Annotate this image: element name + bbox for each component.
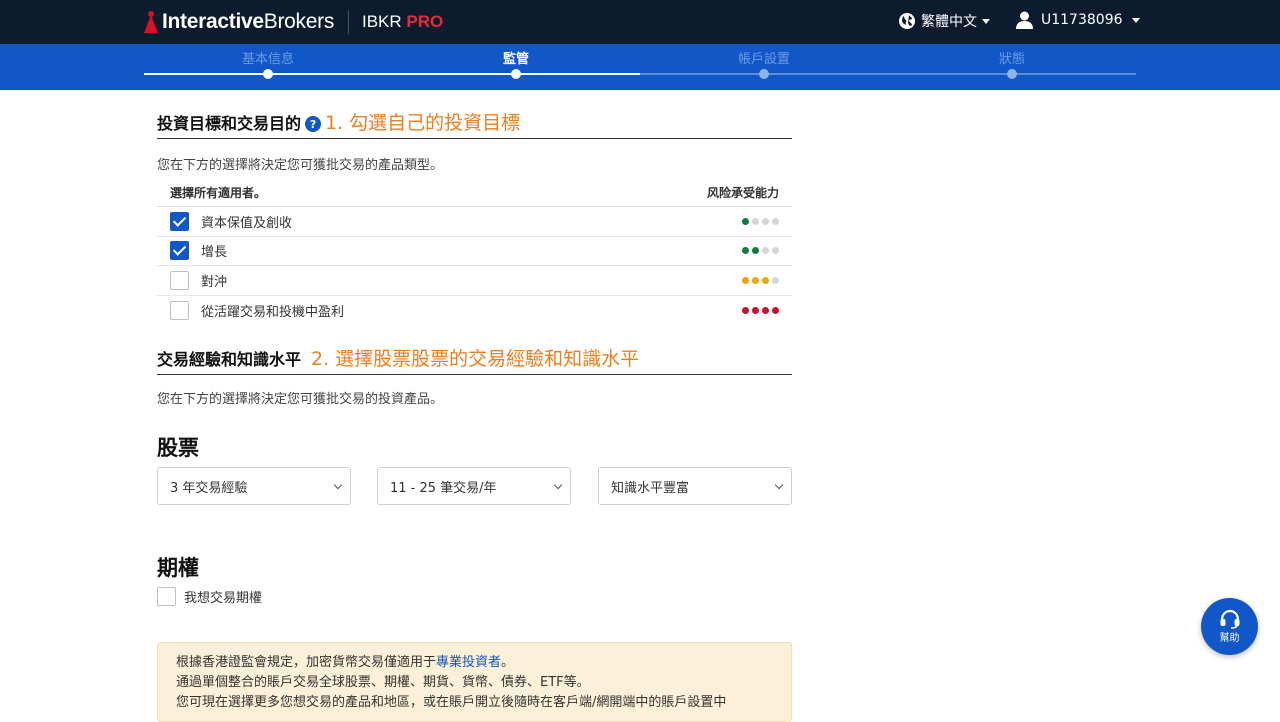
brand-name-light: Brokers xyxy=(263,10,335,33)
risk-tolerance-header: 风险承受能力 xyxy=(706,185,779,200)
select-value: 11 - 25 筆交易/年 xyxy=(390,480,497,496)
logo-divider xyxy=(348,10,349,34)
objective-label: 從活躍交易和投機中盈利 xyxy=(201,304,345,320)
objective-checkbox[interactable] xyxy=(170,211,189,231)
experience-description: 您在下方的選擇將決定您可獲批交易的投資產品。 xyxy=(157,392,444,407)
product-name: IBKR PRO xyxy=(362,12,443,32)
stepper-track-complete xyxy=(144,73,640,75)
select-all-header: 選擇所有適用者。 xyxy=(170,185,267,200)
chevron-down-icon xyxy=(774,480,784,490)
chevron-down-icon xyxy=(1131,17,1140,23)
help-button[interactable]: 幫助 xyxy=(1201,598,1258,655)
objective-label: 增長 xyxy=(201,245,228,261)
objectives-table: 選擇所有適用者。 风险承受能力 資本保值及創收 增長 對沖 從活躍交易和投機中盈… xyxy=(157,178,792,325)
trade-options-option[interactable]: 我想交易期權 xyxy=(157,587,262,606)
trade-options-label: 我想交易期權 xyxy=(184,591,263,606)
language-label: 繁體中文 xyxy=(921,14,977,30)
chevron-down-icon xyxy=(333,480,343,490)
top-nav-bar: InteractiveBrokers IBKR PRO 繁體中文 U117380… xyxy=(0,0,1280,44)
options-title: 期權 xyxy=(157,556,199,580)
objective-row-hedging[interactable]: 對沖 xyxy=(157,266,792,296)
interactive-brokers-logo[interactable]: InteractiveBrokers xyxy=(144,8,334,36)
select-value: 3 年交易經驗 xyxy=(170,480,248,496)
trade-options-checkbox[interactable] xyxy=(157,587,176,606)
risk-level-indicator xyxy=(742,247,779,255)
objectives-description: 您在下方的選擇將決定您可獲批交易的產品類型。 xyxy=(157,158,444,173)
objective-label: 資本保值及創收 xyxy=(201,215,293,231)
notice-line-2: 通過單個整合的賬戶交易全球股票、期權、期貨、貨幣、債券、ETF等。 xyxy=(176,675,590,690)
objectives-section-header: 投資目標和交易目的 ? 1. 勾選自己的投資目標 xyxy=(157,110,792,139)
objective-checkbox[interactable] xyxy=(170,300,189,320)
product-label: IBKR xyxy=(362,12,402,31)
user-id: U11738096 xyxy=(1041,12,1123,28)
stocks-experience-select[interactable]: 3 年交易經驗 xyxy=(157,467,351,505)
experience-title: 交易經驗和知識水平 xyxy=(157,350,302,369)
risk-level-indicator xyxy=(742,217,779,225)
stocks-frequency-select[interactable]: 11 - 25 筆交易/年 xyxy=(377,467,571,505)
step-basic-info: 基本信息 xyxy=(241,52,295,67)
regulatory-notice: 根據香港證監會規定，加密貨幣交易僅適用于專業投資者。 通過單個整合的賬戶交易全球… xyxy=(157,642,792,722)
headset-icon xyxy=(1220,609,1239,629)
step-account-setup: 帳戶設置 xyxy=(737,52,791,67)
progress-stepper: 基本信息 監管 帳戶設置 狀態 xyxy=(0,44,1280,90)
objective-checkbox[interactable] xyxy=(170,241,189,261)
step-dot-status xyxy=(1007,69,1017,79)
globe-icon xyxy=(899,13,915,29)
step-dot-account-setup xyxy=(759,69,769,79)
stocks-title: 股票 xyxy=(157,436,199,460)
objective-checkbox[interactable] xyxy=(170,270,189,290)
risk-level-indicator xyxy=(742,306,779,314)
chevron-down-icon xyxy=(553,480,563,490)
select-value: 知識水平豐富 xyxy=(611,480,690,496)
notice-line-3: 您可現在選擇更多您想交易的產品和地區，或在賬戶開立後隨時在客戶端/網開端中的賬戶… xyxy=(176,695,727,710)
user-icon xyxy=(1016,11,1033,29)
stepper-track-pending xyxy=(640,73,1136,75)
brand-name-bold: Interactive xyxy=(162,10,264,33)
step-dot-regulatory xyxy=(511,69,521,79)
risk-level-indicator xyxy=(742,276,779,284)
logo-mark-icon xyxy=(144,11,158,33)
objectives-annotation: 1. 勾選自己的投資目標 xyxy=(325,112,521,134)
objective-row-growth[interactable]: 增長 xyxy=(157,237,792,266)
experience-annotation: 2. 選擇股票股票的交易經驗和知識水平 xyxy=(311,348,640,370)
professional-investor-link[interactable]: 專業投資者 xyxy=(436,655,501,670)
notice-line-1: 根據香港證監會規定，加密貨幣交易僅適用于專業投資者。 xyxy=(176,655,515,670)
objectives-title: 投資目標和交易目的 xyxy=(157,114,302,133)
objective-row-capital-preservation[interactable]: 資本保值及創收 xyxy=(157,207,792,237)
step-status: 狀態 xyxy=(998,52,1026,67)
step-dot-basic-info xyxy=(263,69,273,79)
step-regulatory: 監管 xyxy=(502,52,530,67)
objectives-table-header: 選擇所有適用者。 风险承受能力 xyxy=(157,178,792,207)
chevron-down-icon xyxy=(982,18,990,24)
product-tier: PRO xyxy=(406,12,444,31)
experience-section-header: 交易經驗和知識水平 2. 選擇股票股票的交易經驗和知識水平 xyxy=(157,346,792,375)
stocks-knowledge-select[interactable]: 知識水平豐富 xyxy=(598,467,792,505)
user-menu[interactable]: U11738096 xyxy=(1016,11,1140,29)
objective-label: 對沖 xyxy=(201,274,228,290)
help-label: 幫助 xyxy=(1219,633,1240,644)
question-circle-icon[interactable]: ? xyxy=(305,116,322,132)
objective-row-speculation[interactable]: 從活躍交易和投機中盈利 xyxy=(157,296,792,326)
language-selector[interactable]: 繁體中文 xyxy=(898,11,990,31)
